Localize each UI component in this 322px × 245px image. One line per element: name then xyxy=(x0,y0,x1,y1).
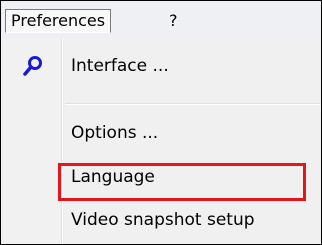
menu-separator-highlight xyxy=(65,104,321,105)
preferences-dropdown: Interface ... Options ... Language Video… xyxy=(1,38,321,244)
menu-preferences[interactable]: Preferences xyxy=(5,9,112,33)
menu-item-label: Interface ... xyxy=(71,56,169,76)
highlight-annotation xyxy=(58,163,306,201)
menu-item-interface[interactable]: Interface ... xyxy=(61,48,321,84)
menu-item-label: Options ... xyxy=(71,123,159,143)
menu-item-label: Video snapshot setup xyxy=(71,210,255,230)
menu-window: Preferences ? Interface ... Options ... … xyxy=(0,0,322,245)
menu-item-video-snapshot-setup[interactable]: Video snapshot setup xyxy=(61,202,321,238)
menu-help[interactable]: ? xyxy=(165,9,182,33)
menu-bar: Preferences ? xyxy=(1,1,321,39)
menu-item-options[interactable]: Options ... xyxy=(61,115,321,151)
search-icon xyxy=(23,56,42,76)
